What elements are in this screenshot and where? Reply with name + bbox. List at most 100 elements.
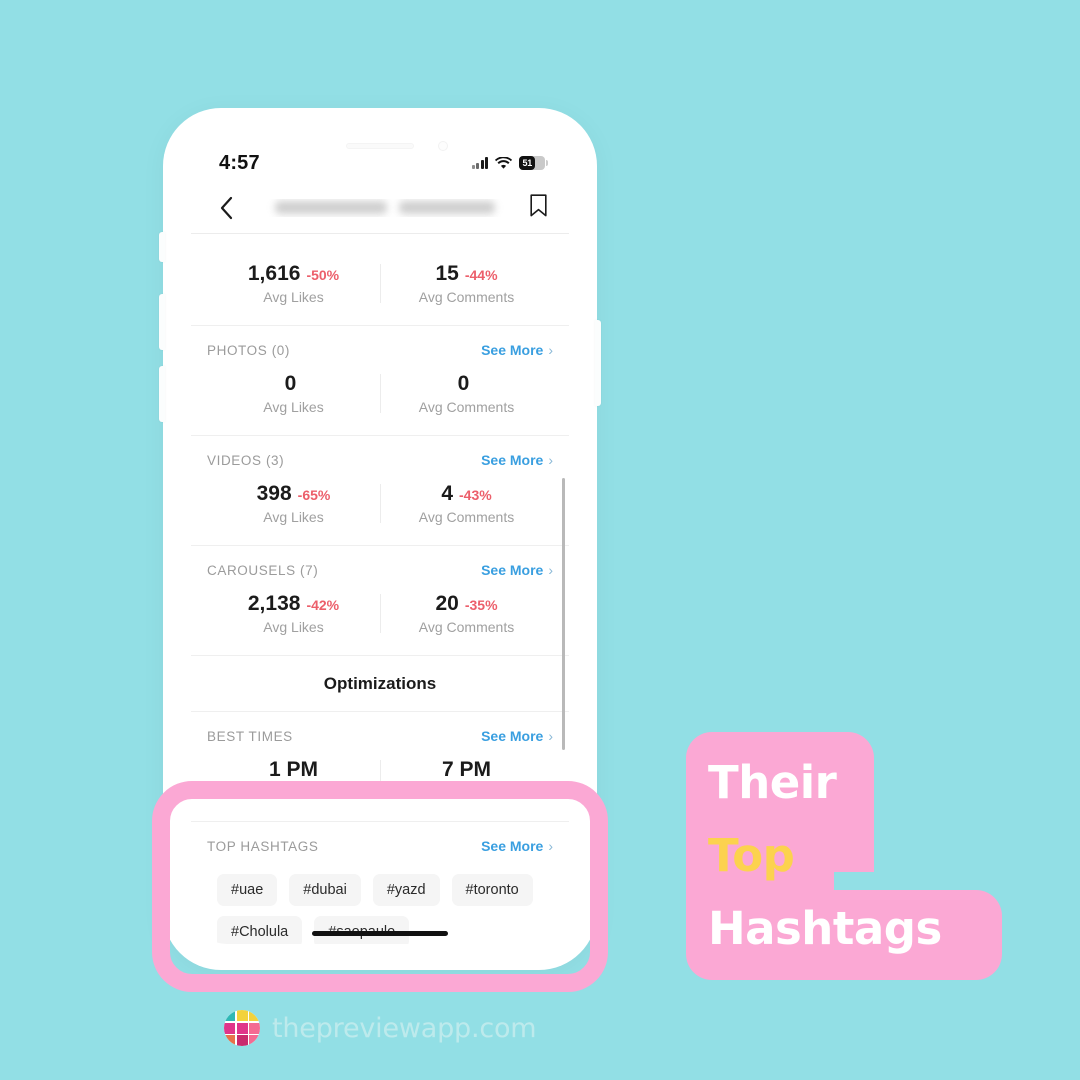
stat-cell: 7 PM User Interaction — [380, 758, 553, 801]
logo-tile — [236, 1022, 248, 1034]
stat-value: 398 — [256, 482, 292, 506]
section-photos: PHOTOS (0) See More › 0 Avg Likes 0 Avg … — [191, 326, 569, 437]
see-more-best-times-button[interactable]: See More › — [481, 728, 553, 744]
optimizations-heading: Optimizations — [191, 656, 569, 713]
stat-cell: 15 -44% Avg Comments — [380, 262, 553, 305]
battery-icon: 51 — [519, 156, 548, 170]
see-more-label: See More — [481, 342, 544, 359]
overall-stats-section: 1,616 -50% Avg Likes 15 -44% Avg Comment… — [191, 234, 569, 327]
bookmark-icon — [530, 193, 547, 216]
account-name-blurred — [247, 199, 522, 217]
logo-tile — [249, 1010, 260, 1021]
stat-value: 20 — [435, 592, 459, 616]
chevron-right-icon: › — [548, 342, 553, 359]
see-more-photos-button[interactable]: See More › — [481, 342, 553, 358]
see-more-label: See More — [481, 728, 544, 745]
stat-label: Avg Likes — [263, 289, 324, 306]
back-button[interactable] — [213, 195, 239, 221]
stat-label: User Interaction — [417, 785, 516, 802]
stat-delta: -44% — [464, 267, 498, 283]
stat-cell: 1 PM Posts — [207, 758, 380, 801]
chevron-right-icon: › — [548, 562, 553, 579]
stat-label: Posts — [275, 785, 311, 802]
caption-callout: Their Top Hashtags — [686, 732, 1002, 980]
hashtag-chip[interactable]: #Cholula — [217, 916, 303, 944]
stat-delta: -42% — [306, 597, 340, 614]
see-more-label: See More — [481, 452, 544, 469]
section-label: VIDEOS (3) — [207, 452, 285, 468]
stat-cell: 20 -35% Avg Comments — [380, 592, 553, 635]
volume-up-button[interactable] — [159, 294, 165, 350]
silent-switch-button[interactable] — [159, 232, 165, 262]
bookmark-button[interactable] — [530, 193, 547, 222]
section-top-hashtags: TOP HASHTAGS See More › #uae #dubai #yaz… — [191, 822, 569, 944]
analytics-scroll-content[interactable]: 1,616 -50% Avg Likes 15 -44% Avg Comment… — [191, 234, 569, 944]
logo-tile — [224, 1010, 235, 1021]
chevron-right-icon: › — [548, 452, 553, 469]
stat-cell: 398 -65% Avg Likes — [207, 482, 380, 525]
phone-screen: 4:57 51 1,616 -50% Avg Likes 15 -44% Avg… — [191, 134, 569, 944]
logo-tile — [236, 1035, 248, 1046]
status-bar: 4:57 51 — [191, 134, 569, 182]
logo-tile — [249, 1035, 260, 1046]
hashtag-chip[interactable]: #dubai — [289, 874, 361, 907]
chevron-right-icon: › — [548, 728, 553, 745]
stat-value: 15 — [435, 262, 459, 285]
footer-url: thepreviewapp.com — [272, 1012, 537, 1044]
stat-delta: -43% — [459, 487, 492, 504]
caption-text: Their Top Hashtags — [686, 732, 1002, 980]
stat-label: Avg Likes — [263, 619, 324, 636]
caption-line-3: Hashtags — [708, 902, 942, 955]
stat-value: 0 — [284, 372, 297, 396]
caption-line-1: Their — [708, 756, 837, 809]
stat-label: Avg Likes — [263, 509, 324, 526]
home-indicator[interactable] — [312, 931, 448, 936]
chevron-left-icon — [220, 196, 233, 219]
status-time: 4:57 — [219, 151, 260, 174]
preview-app-logo-icon — [224, 1010, 260, 1046]
app-navbar — [191, 182, 569, 234]
logo-tile — [224, 1022, 235, 1034]
wifi-icon — [495, 156, 512, 169]
stat-label: Avg Comments — [418, 289, 515, 306]
see-more-hashtags-button[interactable]: See More › — [481, 838, 553, 854]
logo-tile — [249, 1022, 260, 1034]
see-more-label: See More — [481, 838, 544, 855]
see-more-carousels-button[interactable]: See More › — [481, 562, 553, 578]
stat-value: 7 PM — [441, 758, 491, 782]
battery-percent: 51 — [522, 158, 533, 168]
stat-cell: 1,616 -50% Avg Likes — [207, 262, 380, 305]
section-label: CAROUSELS (7) — [207, 562, 319, 578]
footer-branding: thepreviewapp.com — [224, 1010, 537, 1046]
stat-value: 1,616 — [247, 262, 301, 285]
chevron-right-icon: › — [548, 838, 553, 855]
stat-label: Avg Comments — [418, 619, 515, 636]
phone-mockup: 4:57 51 1,616 -50% Avg Likes 15 -44% Avg… — [159, 108, 601, 970]
hashtag-chip[interactable]: #toronto — [451, 874, 533, 907]
section-best-times: BEST TIMES See More › 1 PM Posts 7 PM Us… — [191, 712, 569, 823]
stat-delta: -35% — [464, 597, 498, 614]
section-label: PHOTOS (0) — [207, 342, 291, 358]
section-label: BEST TIMES — [207, 728, 293, 744]
hashtag-chip[interactable]: #uae — [217, 874, 278, 907]
stat-cell: 0 Avg Comments — [380, 372, 553, 415]
stat-value: 0 — [457, 372, 470, 396]
stat-value: 2,138 — [247, 592, 301, 616]
cellular-bars-icon — [471, 157, 488, 169]
section-videos: VIDEOS (3) See More › 398 -65% Avg Likes — [191, 436, 569, 547]
logo-tile — [224, 1035, 235, 1046]
stat-cell: 4 -43% Avg Comments — [380, 482, 553, 525]
logo-tile — [236, 1010, 248, 1021]
stat-label: Avg Likes — [263, 399, 324, 416]
section-label: TOP HASHTAGS — [207, 838, 319, 854]
stat-label: Avg Comments — [418, 509, 515, 526]
stat-value: 1 PM — [268, 758, 318, 782]
power-button[interactable] — [595, 320, 601, 406]
stat-cell: 2,138 -42% Avg Likes — [207, 592, 380, 635]
volume-down-button[interactable] — [159, 366, 165, 422]
scrollbar-thumb[interactable] — [562, 478, 565, 750]
see-more-videos-button[interactable]: See More › — [481, 452, 553, 468]
stat-delta: -50% — [306, 267, 340, 283]
hashtag-chip[interactable]: #yazd — [372, 874, 440, 907]
see-more-label: See More — [481, 562, 544, 579]
